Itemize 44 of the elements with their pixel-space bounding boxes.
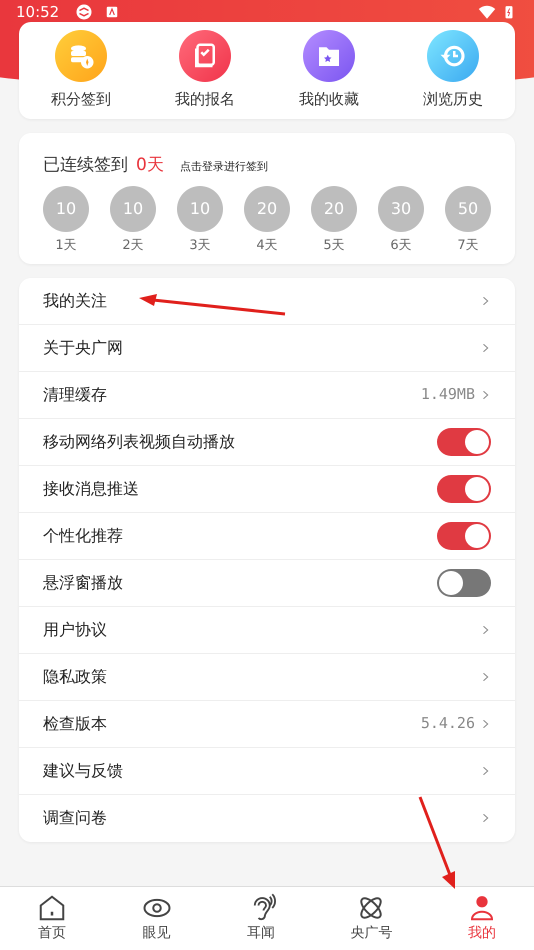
tab-button[interactable]: 央广号 xyxy=(350,893,392,944)
login-link[interactable]: 点击登录进行签到 xyxy=(180,158,268,175)
points-circle: 10 xyxy=(110,186,156,232)
clock-text: 10:52 xyxy=(16,2,60,23)
setting-label: 关于央广网 xyxy=(43,336,123,358)
setting-label: 检查版本 xyxy=(43,712,107,734)
tab-button[interactable]: 耳闻 xyxy=(246,893,276,944)
tab-button[interactable]: 眼见 xyxy=(142,893,172,944)
setting-label: 移动网络列表视频自动播放 xyxy=(43,430,235,452)
setting-value: 5.4.26 xyxy=(420,713,475,734)
tab-button[interactable]: 首页 xyxy=(37,893,68,944)
toggle-switch[interactable] xyxy=(437,428,491,456)
setting-label: 调查问卷 xyxy=(43,807,107,829)
toggle-switch[interactable] xyxy=(437,522,491,550)
setting-label: 我的关注 xyxy=(43,290,107,312)
home-icon xyxy=(37,893,68,923)
points-circle: 20 xyxy=(311,186,357,232)
day-label: 1天 xyxy=(55,237,77,255)
day-label: 4天 xyxy=(256,237,278,255)
setting-label: 个性化推荐 xyxy=(43,524,123,546)
setting-label: 用户协议 xyxy=(43,618,107,640)
day-label: 2天 xyxy=(122,237,144,255)
points-circle: 30 xyxy=(378,186,424,232)
streak-count: 0天 xyxy=(136,154,164,176)
points-circle: 10 xyxy=(43,186,89,232)
day-label: 6天 xyxy=(390,237,412,255)
toggle-switch[interactable] xyxy=(437,568,491,596)
points-circle: 20 xyxy=(244,186,290,232)
day-label: 5天 xyxy=(323,237,345,255)
wifi-icon xyxy=(478,3,496,21)
toggle-switch[interactable] xyxy=(437,474,491,502)
checkin-title: 已连续签到 xyxy=(43,154,128,176)
tab-button[interactable]: 我的 xyxy=(466,893,497,944)
setting-label: 隐私政策 xyxy=(43,666,107,688)
setting-label: 清理缓存 xyxy=(43,384,107,406)
day-label: 7天 xyxy=(457,237,479,255)
day-label: 3天 xyxy=(189,237,211,255)
app-icon xyxy=(75,3,94,21)
setting-value: 1.49MB xyxy=(420,384,475,406)
points-circle: 10 xyxy=(177,186,223,232)
points-circle: 50 xyxy=(445,186,491,232)
setting-label: 建议与反馈 xyxy=(43,760,123,782)
setting-label: 悬浮窗播放 xyxy=(43,572,123,594)
setting-label: 接收消息推送 xyxy=(43,478,139,500)
